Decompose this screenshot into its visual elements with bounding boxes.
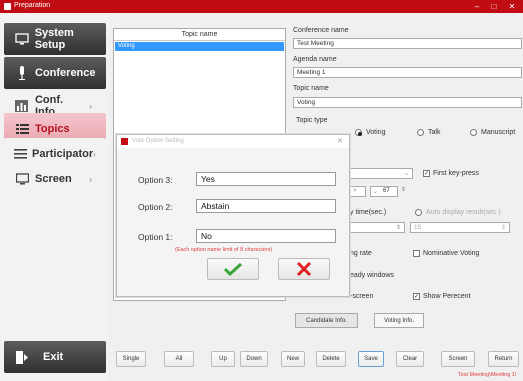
topic-name-label: Topic name: [293, 85, 329, 92]
cancel-button[interactable]: [278, 258, 330, 280]
auto-display-label: Auto display result(sec.): [426, 209, 501, 216]
radio-voting-label: Voting: [366, 129, 386, 136]
threshold-value: 67: [383, 188, 390, 194]
sidebar: System Setup Conference Conf. Info. › To…: [0, 13, 109, 381]
sidebar-item-conference[interactable]: Conference: [4, 57, 106, 89]
auto-display-stepper[interactable]: 15 ⇕: [410, 222, 510, 233]
sidebar-item-label: Conference: [35, 67, 96, 79]
first-keypress-checkbox[interactable]: ✓: [423, 170, 430, 177]
radio-talk[interactable]: [417, 129, 424, 136]
radio-auto-display[interactable]: [415, 209, 422, 216]
sidebar-item-label: System Setup: [34, 27, 74, 51]
down-button[interactable]: Down: [240, 351, 268, 367]
candidate-info-button[interactable]: Candidate Info.: [295, 313, 358, 328]
chevron-right-icon: ›: [89, 101, 92, 111]
time-stepper[interactable]: ⇕: [350, 222, 405, 233]
dialog-title: Vote Option Setting: [132, 138, 184, 144]
microphone-icon: [14, 66, 30, 80]
radio-manuscript-label: Manuscript: [481, 129, 516, 136]
sidebar-item-label: Topics: [35, 123, 70, 135]
option-2-input[interactable]: Abstain: [196, 199, 336, 213]
option-1-label: Option 1:: [138, 232, 173, 242]
app-icon: [4, 3, 11, 10]
radio-voting[interactable]: [355, 129, 362, 136]
vote-mode-dropdown[interactable]: ⌄: [350, 168, 413, 179]
conference-name-label: Conference name: [293, 27, 349, 34]
all-button[interactable]: All: [164, 351, 194, 367]
voting-info-button[interactable]: Voting Info.: [374, 313, 424, 328]
time-label: y time(sec.): [350, 209, 387, 216]
topic-type-label: Topic type: [296, 117, 328, 124]
agenda-name-label: Agenda name: [293, 56, 337, 63]
topic-list-header: Topic name: [114, 29, 285, 41]
up-button[interactable]: Up: [211, 351, 235, 367]
chevron-down-icon: ⌄: [373, 189, 379, 195]
maximize-button[interactable]: □: [487, 1, 501, 12]
exit-label: Exit: [43, 351, 64, 363]
ready-windows-label: eady windows: [350, 272, 394, 279]
full-screen-label: -screen: [350, 293, 374, 300]
spin-icon[interactable]: ⇕: [401, 186, 406, 193]
minimize-button[interactable]: –: [470, 1, 484, 12]
radio-talk-label: Talk: [428, 129, 441, 136]
checkmark-icon: [223, 262, 243, 276]
option-1-input[interactable]: No: [196, 229, 336, 243]
topic-name-field[interactable]: Voting: [293, 97, 522, 108]
cross-icon: [296, 261, 312, 277]
list-item[interactable]: Voting: [115, 42, 284, 51]
exit-button[interactable]: Exit: [4, 341, 106, 373]
spin-icon: ⇕: [395, 225, 401, 231]
app-icon: [121, 138, 128, 145]
delete-button[interactable]: Delete: [316, 351, 346, 367]
title-bar: Preparation – □ ✕: [0, 0, 523, 13]
option-3-input[interactable]: Yes: [196, 172, 336, 186]
chevron-right-icon: ›: [89, 174, 92, 184]
sidebar-item-label: Participator: [32, 148, 94, 160]
chevron-right-icon: ›: [93, 149, 96, 159]
close-icon[interactable]: ✕: [337, 137, 343, 145]
first-keypress-label: First key-press: [433, 170, 479, 177]
dialog-title-bar: Vote Option Setting ✕: [117, 135, 349, 148]
threshold-select[interactable]: ⌄ 67: [370, 186, 398, 197]
greater-than-icon: >: [353, 188, 357, 194]
conference-name-field[interactable]: Test Meeting: [293, 38, 522, 49]
monitor-icon: [14, 32, 30, 46]
option-2-label: Option 2:: [138, 202, 173, 212]
return-button[interactable]: Return: [488, 351, 519, 367]
option-3-label: Option 3:: [138, 175, 173, 185]
show-percent-label: Show Perecent: [423, 293, 471, 300]
close-button[interactable]: ✕: [505, 1, 519, 12]
chart-icon: [14, 99, 30, 113]
list-icon: [14, 122, 30, 136]
list-icon: [14, 147, 27, 161]
nominative-label: Nominative Voting: [423, 250, 480, 257]
status-path: Test Meeting\Meeting 1\: [458, 372, 517, 378]
rate-label: ng rate: [350, 250, 372, 257]
show-percent-checkbox[interactable]: ✓: [413, 293, 420, 300]
confirm-button[interactable]: [207, 258, 259, 280]
screen-icon: [14, 172, 30, 186]
new-button[interactable]: New: [281, 351, 305, 367]
screen-button[interactable]: Screen: [441, 351, 475, 367]
single-button[interactable]: Single: [116, 351, 146, 367]
agenda-name-field[interactable]: Meeting 1: [293, 67, 522, 78]
nominative-checkbox[interactable]: [413, 250, 420, 257]
sidebar-item-label: Screen: [35, 173, 72, 185]
sidebar-item-screen[interactable]: Screen ›: [4, 163, 106, 195]
exit-icon: [14, 350, 30, 364]
spin-icon: ⇕: [500, 225, 506, 231]
auto-display-value: 15: [414, 224, 422, 231]
save-button[interactable]: Save: [358, 351, 384, 367]
chevron-down-icon: ⌄: [403, 171, 409, 177]
clear-button[interactable]: Clear: [396, 351, 424, 367]
operator-select[interactable]: >: [350, 186, 366, 197]
option-limit-hint: (Each option name limit of 8 characters): [175, 247, 273, 253]
radio-manuscript[interactable]: [470, 129, 477, 136]
vote-option-dialog: Vote Option Setting ✕ Option 3: Yes Opti…: [116, 134, 350, 297]
window-title: Preparation: [14, 2, 51, 9]
sidebar-item-system-setup[interactable]: System Setup: [4, 23, 106, 55]
